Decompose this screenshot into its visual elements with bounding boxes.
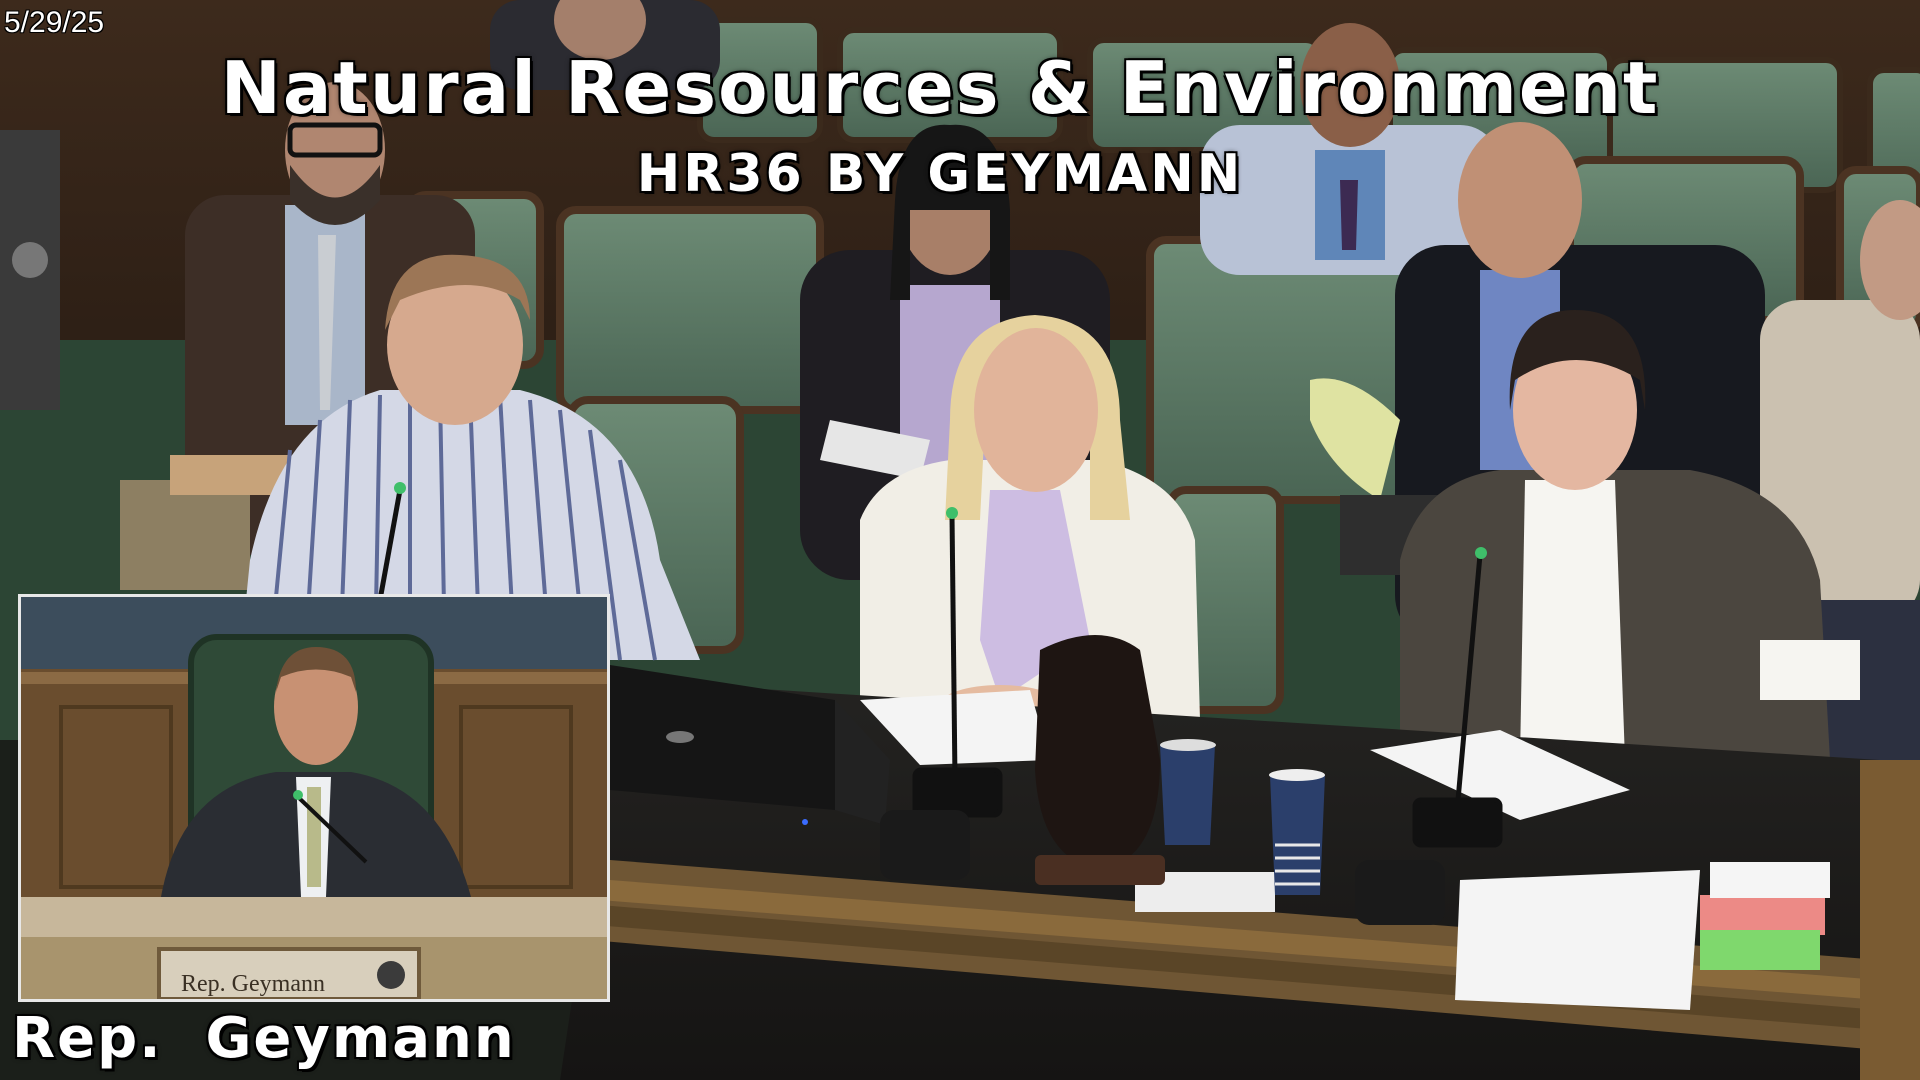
committee-title-text: Natural Resources & Environment [220,46,1660,130]
pink-card [1700,895,1825,935]
laptop-power-led [802,819,808,825]
pip-scene: Rep. Geymann [21,597,607,999]
white-card [1710,862,1830,898]
bill-subtitle-text: HR36 BY GEYMANN [636,144,1244,204]
broadcast-date: 5/29/25 [4,6,105,39]
video-frame: Rep. Geymann 5/29/25 Natural Resources &… [0,0,1920,1080]
green-card [1700,930,1820,970]
pip-chairman-inset: Rep. Geymann [18,594,610,1002]
speaker-caption: Rep. Geymann [12,1006,516,1071]
nameplate-text: Rep. Geymann [181,971,325,997]
committee-title: Natural Resources & Environment [0,46,1920,130]
bill-subtitle: HR36 BY GEYMANN [0,144,1920,204]
